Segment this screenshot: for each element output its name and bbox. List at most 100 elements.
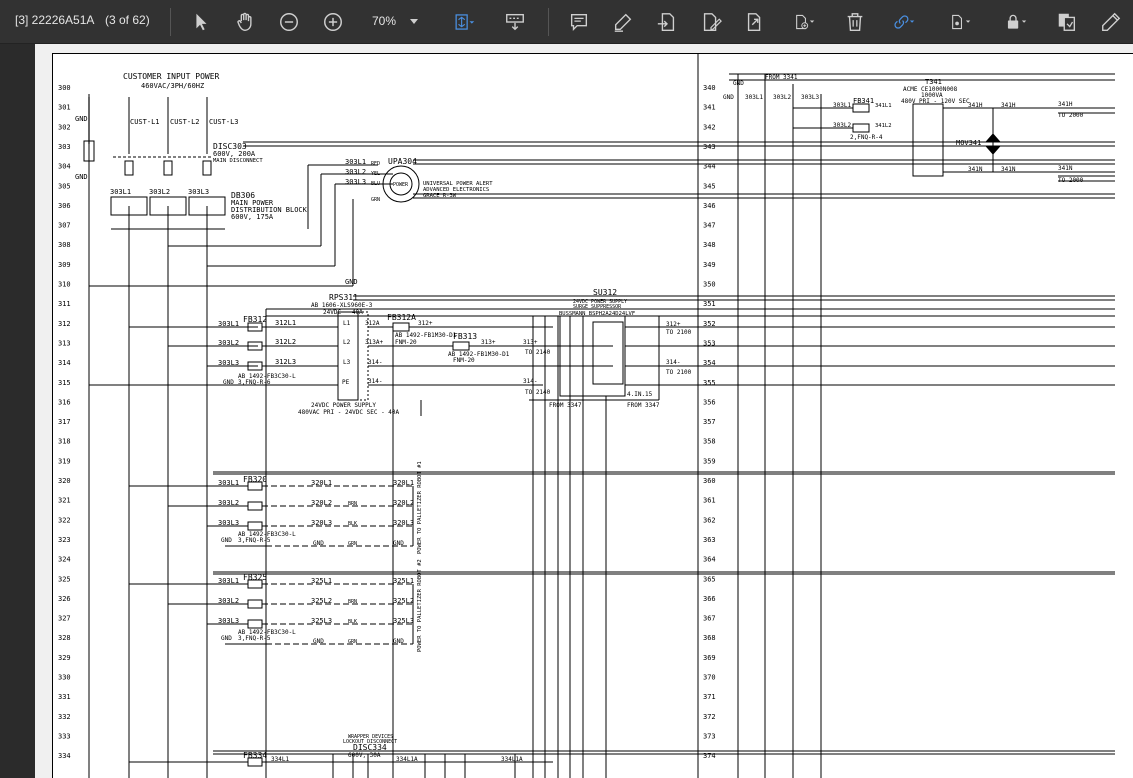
fb312-fuse: 3,FNQ-R-6 [238,379,271,386]
gnd-label: GND [723,94,734,101]
from-3341: FROM 3341 [765,74,798,81]
rung-number: 347 [703,222,716,230]
rung-number: 374 [703,752,716,760]
documents-compare-icon [1058,13,1076,31]
fb320-fuse: 3,FNQ-R-5 [238,537,271,544]
gnd-label: GND [223,379,234,386]
rung-number: 328 [58,634,71,642]
replace-text-button[interactable] [652,7,682,37]
create-document-button[interactable] [784,7,824,37]
wire-303l1: 303L1 [745,94,763,101]
fb313-fuse: FNM-20 [453,357,475,364]
wire-325l3: 325L3 [393,617,414,625]
rung-number: 307 [58,222,71,230]
gnd-label: GND [733,80,744,87]
security-button[interactable] [996,7,1036,37]
link-button[interactable] [884,7,924,37]
rung-number: 311 [58,300,71,308]
wire-341h: 341H [1001,102,1016,109]
to-2000: TO 2000 [1058,177,1084,184]
edit-document-button[interactable] [696,7,726,37]
color-blk: BLK [348,521,357,527]
highlight-button[interactable] [608,7,638,37]
gnd-label: GND [393,540,404,547]
rung-number: 346 [703,202,716,210]
gnd-label: GND [75,115,88,123]
fill-sign-button[interactable] [1096,7,1126,37]
rung-number: 325 [58,575,71,583]
rung-number: 343 [703,143,716,151]
rung-number: 327 [58,615,71,623]
wire-303l2: 303L2 [345,168,366,176]
document-gear-icon [952,14,971,30]
comment-button[interactable] [564,7,594,37]
minus-circle-icon [280,13,298,31]
rung-number: 301 [58,104,71,112]
select-tool-button[interactable] [186,7,216,37]
wire-303l1: 303L1 [110,188,131,196]
fb312a-tag: FB312A [387,313,416,322]
wire-312l2: 312L2 [275,338,296,346]
fit-page-button[interactable] [446,7,482,37]
wire-325l1: 325L1 [311,577,332,585]
rung-number: 330 [58,674,71,682]
fb312-tag: FB312 [243,315,267,324]
rung-number: 314 [58,359,71,367]
export-button[interactable] [740,7,770,37]
rung-number: 313 [58,339,71,347]
rung-number: 323 [58,536,71,544]
rung-number: 324 [58,556,71,564]
su312-tag: SU312 [593,288,617,297]
plus-circle-icon [324,13,342,31]
gnd-label: GND [313,540,324,547]
zoom-in-button[interactable] [318,7,348,37]
wire-314m: 314- [368,359,382,366]
wire-303l2: 303L2 [773,94,791,101]
to-2100: TO 2100 [666,329,692,336]
t341-pri: 480V PRI - 120V SEC [901,98,970,105]
rung-number: 348 [703,241,716,249]
delete-button[interactable] [840,7,870,37]
rps311-desc: 24VDC POWER SUPPLY [311,402,376,409]
ref-4in15: 4.IN.15 [627,391,653,398]
page-tools-button[interactable] [940,7,980,37]
wire-303l1: 303L1 [833,102,851,109]
to-2140: TO 2140 [525,389,551,396]
right-rung-numbers: 340 341 342 343 344 345 346 347 348 349 350 351 352 3… [703,84,716,760]
t341-transformer [912,103,944,177]
wire-325l3: 325L3 [311,617,332,625]
gnd-label: GND [221,537,232,544]
gnd-label: GND [313,638,324,645]
wire-320l1: 320L1 [393,479,414,487]
gnd-wire-label: GND [345,278,358,286]
rung-number: 321 [58,497,71,505]
wire-303l3: 303L3 [218,359,239,367]
cust-l2-label: CUST-L2 [170,118,200,126]
compare-button[interactable] [1052,7,1082,37]
link-icon [894,15,915,29]
hand-tool-button[interactable] [230,7,260,37]
gnd-label: GND [393,638,404,645]
rung-number: 326 [58,595,71,603]
wire-334l1a: 334L1A [501,756,523,763]
wire-341l2: 341L2 [875,123,892,129]
rung-number: 356 [703,398,716,406]
zoom-out-button[interactable] [274,7,304,37]
rung-number: 345 [703,182,716,190]
pencil-icon [1102,12,1121,31]
wire-303l1: 303L1 [218,320,239,328]
wire-313p: 313+ [523,339,538,346]
fb320-vertical-label: POWER TO PALLETIZER ROBOT #1 [417,461,423,554]
wire-303l3: 303L3 [188,188,209,196]
rung-number: 344 [703,163,716,171]
customer-power-title: CUSTOMER INPUT POWER [123,72,220,81]
wire-320l1: 320L1 [311,479,332,487]
rps311-rating: 24VDC - 40A [323,309,363,316]
wire-341l1: 341L1 [875,103,892,109]
zoom-dropdown[interactable]: 70% [362,9,422,33]
color-brn: BRN [348,599,357,605]
scroll-mode-button[interactable] [500,7,530,37]
wire-303l3: 303L3 [218,617,239,625]
rung-number: 308 [58,241,71,249]
t341-tag: T341 [925,78,942,86]
